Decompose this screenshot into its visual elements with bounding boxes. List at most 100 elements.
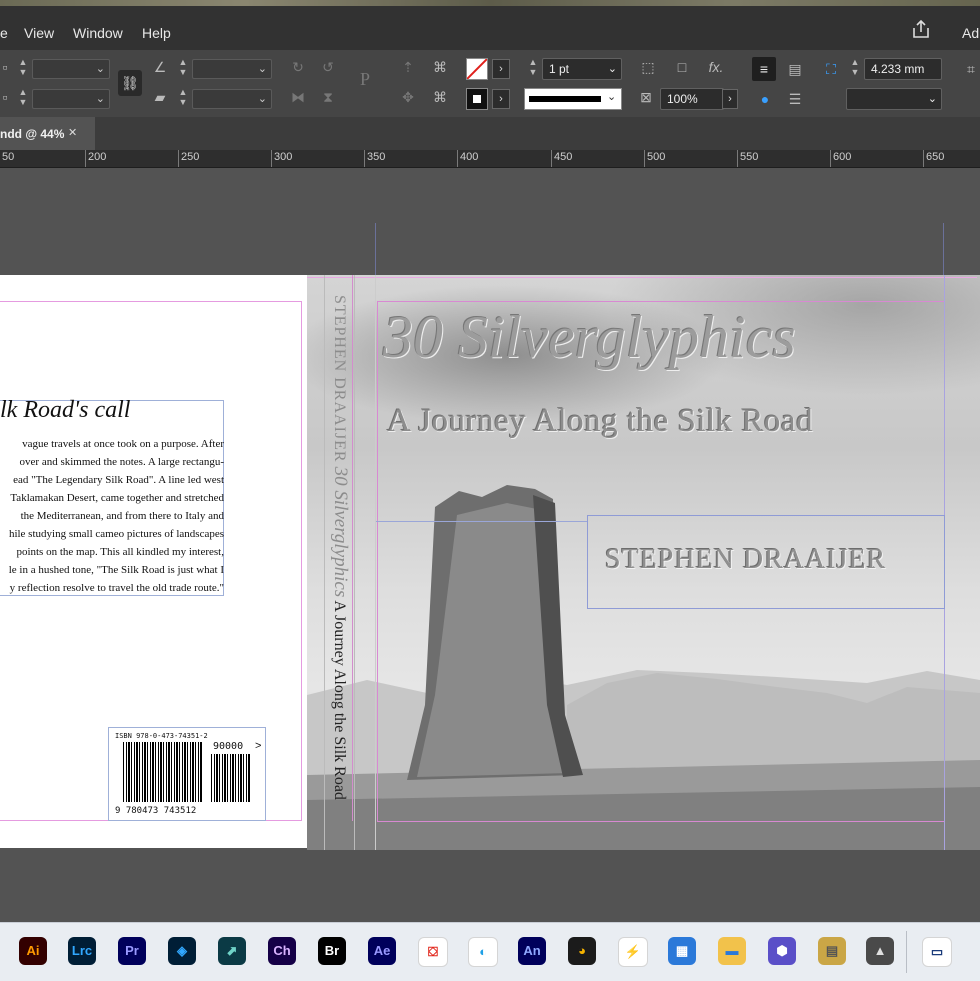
barcode-bar [158,742,159,802]
body-text-line: le in a hushed tone, "The Silk Road is j… [8,564,224,576]
taskbar-app-icon[interactable]: Ai [19,937,47,965]
taskbar-app-icon[interactable]: ◕ [568,937,596,965]
close-icon[interactable]: ✕ [68,126,77,139]
shear-field[interactable]: ⌄ [192,89,272,109]
flip-vertical-icon[interactable]: ⧗ [318,88,338,106]
gap-tool-icon[interactable]: ⛶ [820,60,842,78]
taskbar-app-icon[interactable]: ⬢ [768,937,796,965]
back-cover-heading: lk Road's call [0,397,131,423]
stroke-swatch[interactable] [466,88,488,110]
menu-edit[interactable]: e [0,25,8,41]
menu-adobe-stock[interactable]: Ad [962,25,979,41]
barcode-bar [227,754,228,802]
author-text-frame[interactable]: STEPHEN DRAAIJER [587,515,945,609]
isbn-barcode[interactable]: ISBN 978-0-473-74351-2 90000 > 9 780473 … [108,727,266,821]
taskbar-app-icon[interactable]: An [518,937,546,965]
select-next-object-icon[interactable]: ⌘ [428,58,452,76]
taskbar-app-icon[interactable]: ◈ [168,937,196,965]
stroke-weight-field[interactable]: 1 pt ⌄ [542,58,622,80]
ruler-label: 300 [274,151,293,163]
barcode-bar [232,754,234,802]
taskbar-app-icon[interactable]: ▲ [866,937,894,965]
shear-stepper[interactable]: ▲ ▼ [176,87,190,109]
auto-fit-icon[interactable]: ● [754,90,776,108]
horizontal-ruler[interactable]: 50 200 250 300 350 400 450 500 550 600 650 [0,150,980,168]
taskbar-app-icon[interactable]: ⚡ [618,937,648,967]
drop-shadow-icon[interactable]: □ [672,58,692,76]
spine-text-frame[interactable]: STEPHEN DRAAIJER 30 Silverglyphics A Jou… [325,295,355,825]
constrain-proportions-button[interactable]: ⛓ [118,70,142,96]
taskbar-app-icon[interactable]: ◐ [468,937,498,967]
menu-help[interactable]: Help [142,25,171,41]
stroke-type-dropdown[interactable]: ⌄ [524,88,622,110]
fill-options-button[interactable]: › [492,59,510,79]
menu-window[interactable]: Window [73,25,123,41]
barcode-bar [182,742,183,802]
grid-icon[interactable]: ⌗ [962,60,980,78]
dimension-stepper[interactable]: ▲ ▼ [848,57,862,79]
chevron-down-icon: ⌄ [927,93,937,105]
fill-swatch[interactable] [466,58,488,80]
barcode-bar [134,742,135,802]
select-previous-object-icon[interactable]: ⌘ [428,88,452,106]
flip-horizontal-icon[interactable]: ⧓ [288,88,308,106]
reference-point-icon[interactable]: ▫ [0,58,10,76]
taskbar-app-icon[interactable]: ⬈ [218,937,246,965]
y-position-field[interactable]: ⌄ [32,89,110,109]
price-arrow-icon: > [255,740,262,752]
barcode-bar [224,754,226,802]
barcode-bar [128,742,130,802]
barcode-bar [195,742,196,802]
taskbar-app-icon[interactable]: ▦ [668,937,696,965]
rotation-field[interactable]: ⌄ [192,59,272,79]
stroke-weight-stepper[interactable]: ▲ ▼ [526,57,540,79]
effects-fx-icon[interactable]: fx. [704,58,728,76]
document-tab-title: ndd @ 44% [0,127,65,141]
document-tab[interactable]: ndd @ 44% ✕ [0,117,95,150]
spine-page[interactable]: STEPHEN DRAAIJER 30 Silverglyphics A Jou… [307,275,376,850]
ruler-label: 250 [181,151,200,163]
taskbar-app-icon[interactable]: Br [318,937,346,965]
share-icon[interactable] [910,18,932,40]
back-cover-page[interactable]: lk Road's call vague travels at once too… [0,275,307,848]
dimension-field[interactable]: 4.233 mm [864,58,942,80]
select-container-icon[interactable]: ⇡ [398,58,418,76]
barcode-bar [160,742,162,802]
taskbar-divider [906,931,907,973]
stroke-options-button[interactable]: › [492,89,510,109]
taskbar-app-icon[interactable]: Pr [118,937,146,965]
cover-title: 30 Silverglyphics [383,304,796,370]
taskbar-app-icon[interactable]: ▭ [922,937,952,967]
taskbar-app-icon[interactable]: ▬ [718,937,746,965]
ruler-tick [551,150,552,167]
ruler-tick [737,150,738,167]
frame-fitting-icon[interactable]: ⬚ [638,58,658,76]
control-panel: ▫ ▲ ▼ ⌄ ▫ ▲ ▼ ⌄ ⛓ ∠ ▲ ▼ ⌄ ▰ ▲ ▼ ⌄ ↻ ↺ ⧓ ⧗ P … [0,50,980,117]
rotate-counterclockwise-icon[interactable]: ↺ [318,58,338,76]
x-stepper[interactable]: ▲ ▼ [16,57,30,79]
menu-view[interactable]: View [24,25,54,41]
opacity-icon: ⊠ [640,89,652,105]
rotate-clockwise-icon[interactable]: ↻ [288,58,308,76]
barcode-bars [123,742,202,802]
select-content-icon[interactable]: ✥ [398,88,418,106]
reference-point-icon-2[interactable]: ▫ [0,88,10,106]
taskbar-app-icon[interactable]: ⛋ [418,937,448,967]
taskbar-app-icon[interactable]: Ae [368,937,396,965]
text-wrap-none-button[interactable]: ≡ [752,57,776,81]
taskbar-app-icon[interactable]: ▤ [818,937,846,965]
taskbar-app-icon[interactable]: Ch [268,937,296,965]
front-cover-page[interactable]: STEPHEN DRAAIJER 30 Silverglyphics A Jou… [307,275,980,850]
align-baseline-icon[interactable]: ☰ [784,90,806,108]
text-wrap-bounding-icon[interactable]: ▤ [784,60,806,78]
opacity-options-button[interactable]: › [722,89,738,109]
taskbar-app-icon[interactable]: Lrc [68,937,96,965]
body-text-line: the Mediterranean, and from there to Ita… [20,510,224,522]
barcode-bar [152,742,154,802]
x-position-field[interactable]: ⌄ [32,59,110,79]
y-stepper[interactable]: ▲ ▼ [16,87,30,109]
rotation-stepper[interactable]: ▲ ▼ [176,57,190,79]
none-swatch-icon [467,59,487,79]
opacity-field[interactable]: 100% [660,88,724,110]
spacing-dropdown[interactable]: ⌄ [846,88,942,110]
